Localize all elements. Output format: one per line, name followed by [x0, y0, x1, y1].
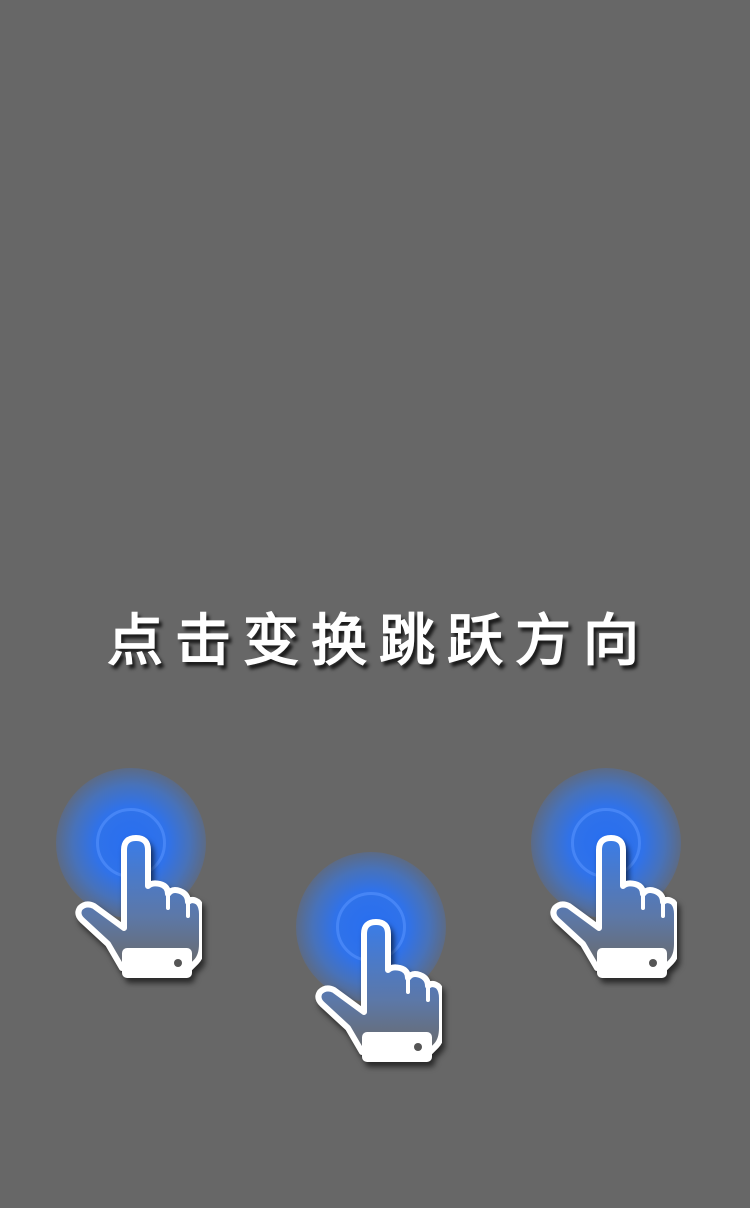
pointing-hand-icon	[315, 919, 442, 1062]
tap-indicator-center	[290, 844, 490, 1084]
tap-indicator-left	[50, 760, 250, 1000]
pointing-hand-icon	[550, 835, 677, 978]
tutorial-overlay[interactable]: 点击变换跳跃方向	[0, 0, 750, 1208]
tutorial-hint-text: 点击变换跳跃方向	[107, 609, 651, 674]
pointing-hand-icon	[75, 835, 202, 978]
tap-indicator-right	[525, 760, 725, 1000]
